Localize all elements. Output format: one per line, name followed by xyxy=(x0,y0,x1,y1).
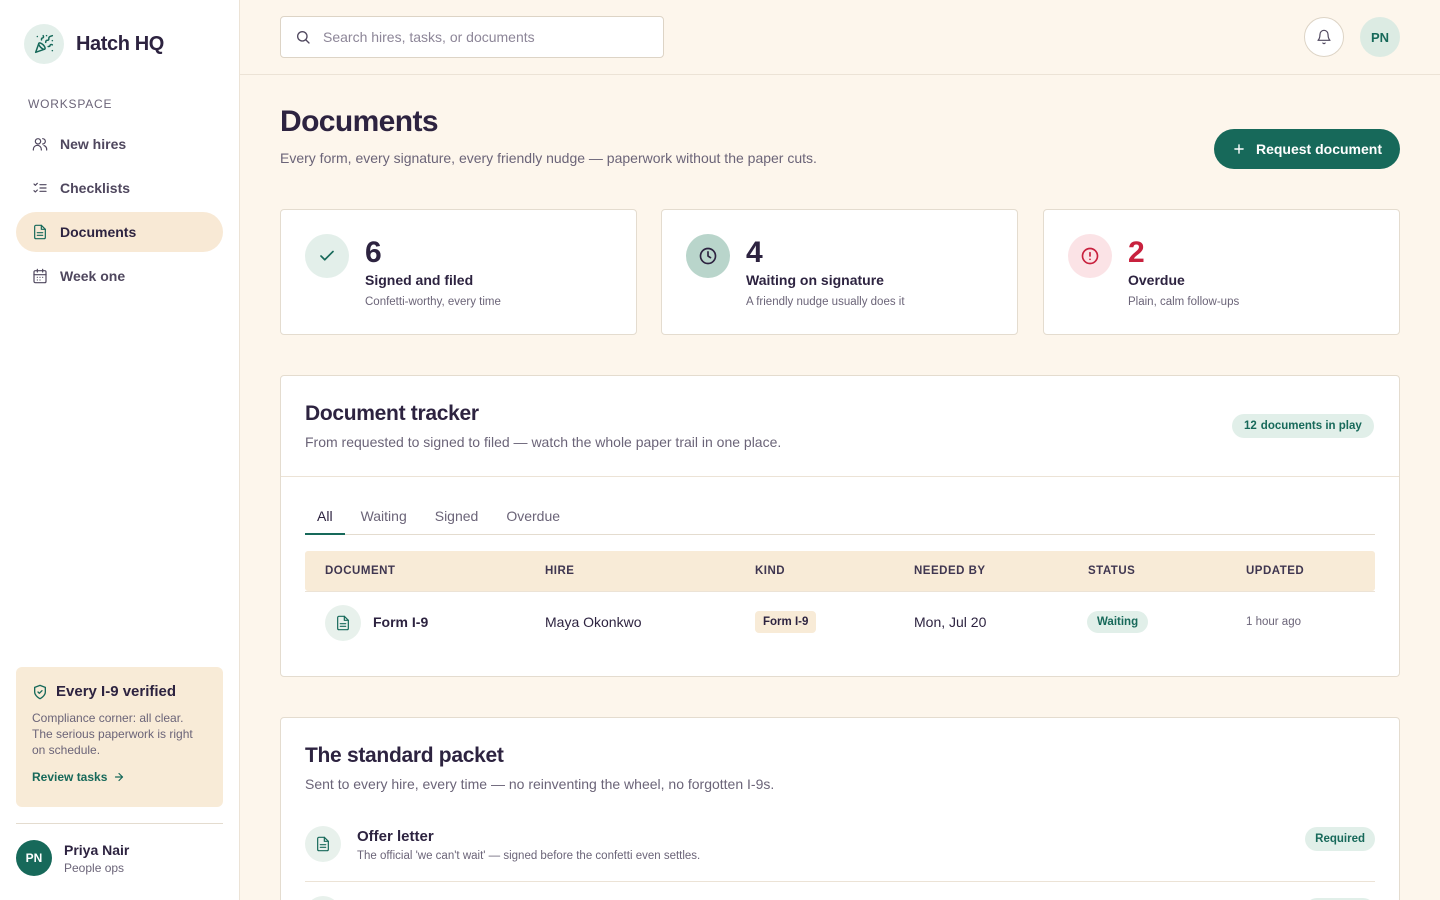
user-role: People ops xyxy=(64,860,125,875)
party-popper-icon xyxy=(24,24,64,64)
document-icon xyxy=(305,896,341,900)
calendar-icon xyxy=(33,268,47,284)
request-document-label: Request document xyxy=(1255,141,1382,157)
column-header-kind[interactable]: Kind xyxy=(755,565,785,577)
packet-item-name: Offer letter xyxy=(357,828,434,845)
table-row[interactable]: Form I-9 Maya Okonkwo Form I-9 Mon, Jul … xyxy=(305,591,1375,651)
tab-signed[interactable]: Signed xyxy=(423,500,491,535)
sidebar-item-label: New hires xyxy=(60,136,127,152)
compliance-title: Every I-9 verified xyxy=(56,683,177,700)
arrow-right-icon xyxy=(115,772,124,782)
notifications-button[interactable] xyxy=(1304,17,1344,57)
stat-value: 2 xyxy=(1128,236,1145,269)
check-icon xyxy=(305,234,349,278)
divider xyxy=(281,476,1399,477)
stat-card-signed: 6 Signed and filed Confetti-worthy, ever… xyxy=(280,209,637,335)
stat-note: A friendly nudge usually does it xyxy=(746,296,905,308)
tracker-tabs: All Waiting Signed Overdue xyxy=(305,500,1375,535)
compliance-card: Every I-9 verified Compliance corner: al… xyxy=(16,667,223,807)
sidebar-item-label: Documents xyxy=(60,224,137,240)
column-header-hire[interactable]: Hire xyxy=(545,565,574,577)
page-subtitle: Every form, every signature, every frien… xyxy=(280,150,817,166)
bell-icon xyxy=(1317,29,1331,45)
sidebar-item-checklists[interactable]: Checklists xyxy=(16,168,223,208)
sidebar-item-week-one[interactable]: Week one xyxy=(16,256,223,296)
sidebar-item-new-hires[interactable]: New hires xyxy=(16,124,223,164)
stat-value: 4 xyxy=(746,236,763,269)
tracker-subtitle: From requested to signed to filed — watc… xyxy=(305,434,782,450)
column-header-updated[interactable]: Updated xyxy=(1246,565,1304,577)
checklist-icon xyxy=(33,182,47,193)
divider xyxy=(305,881,1375,882)
required-badge: Required xyxy=(1305,827,1375,851)
stat-note: Plain, calm follow-ups xyxy=(1128,296,1240,308)
hire-name: Maya Okonkwo xyxy=(545,614,642,630)
review-tasks-link[interactable]: Review tasks xyxy=(32,770,207,784)
search-icon xyxy=(297,31,310,44)
tab-overdue[interactable]: Overdue xyxy=(494,500,572,535)
packet-item-desc: The official 'we can't wait' — signed be… xyxy=(357,850,701,862)
tracker-title: Document tracker xyxy=(305,402,479,425)
list-item[interactable]: Offer letter The official 'we can't wait… xyxy=(305,818,1375,874)
alert-icon xyxy=(1068,234,1112,278)
sidebar-item-label: Week one xyxy=(60,268,126,284)
document-tracker-card: Document tracker From requested to signe… xyxy=(280,375,1400,677)
document-icon xyxy=(305,826,341,862)
app-name: Hatch HQ xyxy=(76,32,164,55)
brand[interactable]: Hatch HQ xyxy=(24,24,164,64)
documents-count: 12 xyxy=(1244,420,1257,432)
user-profile[interactable]: PN Priya Nair People ops xyxy=(16,840,129,876)
stat-card-overdue: 2 Overdue Plain, calm follow-ups xyxy=(1043,209,1400,335)
sidebar: Hatch HQ Workspace New hires Checklists … xyxy=(0,0,240,900)
clock-icon xyxy=(686,234,730,278)
document-icon xyxy=(325,605,361,641)
packet-subtitle: Sent to every hire, every time — no rein… xyxy=(305,776,775,792)
compliance-text: Compliance corner: all clear. The seriou… xyxy=(32,711,193,757)
sidebar-item-label: Checklists xyxy=(60,180,131,196)
review-tasks-label: Review tasks xyxy=(32,770,108,784)
shield-check-icon xyxy=(34,684,46,699)
document-name[interactable]: Form I-9 xyxy=(373,614,428,630)
avatar[interactable]: PN xyxy=(1360,17,1400,57)
sidebar-nav: New hires Checklists Documents Week one xyxy=(16,124,223,300)
documents-count-label: documents in play xyxy=(1260,420,1362,432)
stat-value: 6 xyxy=(365,236,382,269)
user-name: Priya Nair xyxy=(64,841,130,858)
kind-pill: Form I-9 xyxy=(755,611,817,633)
stat-label: Waiting on signature xyxy=(746,272,884,288)
needed-by-date: Mon, Jul 20 xyxy=(914,614,987,630)
document-icon xyxy=(34,224,46,240)
tab-all[interactable]: All xyxy=(305,500,345,535)
divider xyxy=(16,823,223,824)
standard-packet-card: The standard packet Sent to every hire, … xyxy=(280,717,1400,900)
plus-icon xyxy=(1234,144,1244,154)
stat-card-waiting: 4 Waiting on signature A friendly nudge … xyxy=(661,209,1018,335)
sidebar-item-documents[interactable]: Documents xyxy=(16,212,223,252)
users-icon xyxy=(32,138,48,151)
column-header-status[interactable]: Status xyxy=(1088,565,1135,577)
documents-count-badge: 12 documents in play xyxy=(1232,414,1374,438)
table-header: Document Hire Kind Needed by Status Upda… xyxy=(305,551,1375,591)
stat-label: Overdue xyxy=(1128,272,1185,288)
search-box[interactable] xyxy=(280,16,664,58)
packet-title: The standard packet xyxy=(305,744,504,767)
column-header-needed-by[interactable]: Needed by xyxy=(914,565,986,577)
workspace-section-label: Workspace xyxy=(28,97,113,111)
search-input[interactable] xyxy=(323,29,643,45)
tab-waiting[interactable]: Waiting xyxy=(349,500,419,535)
updated-time: 1 hour ago xyxy=(1246,616,1301,628)
page-title: Documents xyxy=(280,105,439,138)
stat-label: Signed and filed xyxy=(365,272,474,288)
stat-note: Confetti-worthy, every time xyxy=(365,296,501,308)
avatar: PN xyxy=(16,840,52,876)
column-header-document[interactable]: Document xyxy=(325,565,395,577)
request-document-button[interactable]: Request document xyxy=(1214,129,1400,169)
topbar: PN xyxy=(240,0,1440,75)
status-badge: Waiting xyxy=(1087,611,1149,633)
